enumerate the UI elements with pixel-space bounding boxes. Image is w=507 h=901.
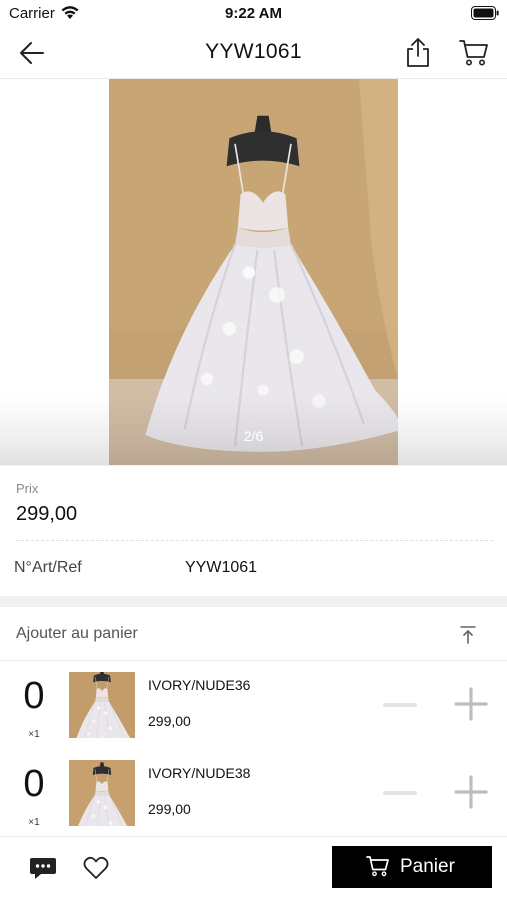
price-label: Prix [16,481,39,496]
variant-thumbnail [69,760,135,826]
decrease-quantity-button[interactable] [383,703,417,707]
go-to-cart-button[interactable]: Panier [332,846,492,888]
image-counter: 2/6 [243,428,264,444]
heart-icon[interactable] [83,856,109,880]
add-to-cart-title: Ajouter au panier [16,625,138,642]
increase-quantity-button[interactable] [454,775,488,809]
back-arrow-icon[interactable] [18,40,46,66]
decrease-quantity-button[interactable] [383,791,417,795]
cart-icon[interactable] [458,37,490,67]
price-value: 299,00 [16,503,78,525]
variant-name: IVORY/NUDE38 [148,765,251,781]
chat-icon[interactable] [29,857,57,881]
variant-row: 0 ×1 IVORY/NUDE38 299,00 [0,749,507,838]
increase-quantity-button[interactable] [454,687,488,721]
variant-quantity: 0 [23,763,45,805]
divider [16,540,493,541]
variant-multiplier: ×1 [28,729,40,740]
variant-row: 0 ×1 IVORY/NUDE36 299,00 [0,661,507,750]
variant-name: IVORY/NUDE36 [148,677,251,693]
variant-quantity: 0 [23,675,45,717]
variant-price: 299,00 [148,801,191,817]
cart-button-label: Panier [400,856,455,877]
status-time: 9:22 AM [225,5,282,22]
price-card: Prix 299,00 N°Art/Ref YYW1061 [0,466,507,596]
reference-label: N°Art/Ref [14,559,82,576]
variant-thumbnail [69,672,135,738]
reference-value: YYW1061 [185,559,258,576]
cart-icon [366,855,390,877]
battery-icon [471,6,499,25]
product-image-gallery[interactable]: 2/6 [0,79,507,465]
add-to-cart-header: Ajouter au panier [0,607,507,661]
navigation-bar: YYW1061 [0,28,507,79]
variant-price: 299,00 [148,713,191,729]
variant-multiplier: ×1 [28,817,40,828]
status-bar: Carrier 9:22 AM [0,0,507,28]
bottom-action-bar: Panier [0,836,507,901]
scroll-to-top-icon[interactable] [458,625,478,645]
share-icon[interactable] [404,36,432,68]
